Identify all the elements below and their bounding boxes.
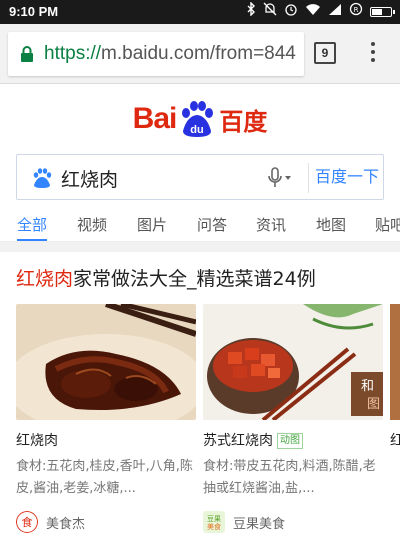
paw-icon	[33, 168, 52, 188]
svg-text:R: R	[354, 6, 359, 14]
status-bar: 9:10 PM R	[0, 0, 400, 24]
recipe-source[interactable]: 豆果 美食 豆果美食	[203, 510, 383, 534]
search-tabs: 全部 视频 图片 问答 资讯 地图 贴吧	[0, 206, 400, 242]
mute-icon	[263, 2, 277, 22]
search-box[interactable]: 红烧肉 百度一下	[16, 154, 384, 200]
alarm-icon	[284, 2, 298, 22]
chevron-down-icon	[285, 176, 291, 180]
clock: 9:10 PM	[9, 4, 59, 19]
battery-icon	[370, 7, 395, 17]
recipe-card[interactable]: 和 图 苏式红烧肉 动图 食材:带皮五花肉,料酒,陈醋,老抽或红烧酱油,盐,...…	[203, 304, 383, 534]
recipe-ingredients: 食材:带皮五花肉,料酒,陈醋,老抽或红烧酱油,盐,...	[203, 459, 376, 496]
search-button[interactable]: 百度一下	[309, 155, 385, 199]
tab-images[interactable]: 图片	[137, 214, 167, 235]
recipe-card-partial[interactable]	[390, 304, 400, 420]
wifi-icon	[305, 3, 321, 22]
recipe-card[interactable]: 红烧肉 食材:五花肉,桂皮,香叶,八角,陈皮,酱油,老姜,冰糖,... 食 美食…	[16, 304, 196, 534]
meishijie-avatar-icon: 食	[16, 511, 38, 533]
tab-tieba[interactable]: 贴吧	[375, 214, 400, 235]
recipe-ingredients: 食材:五花肉,桂皮,香叶,八角,陈皮,酱油,老姜,冰糖,...	[16, 459, 193, 496]
tab-all[interactable]: 全部	[17, 214, 47, 235]
recipe-name: 苏式红烧肉 动图	[203, 430, 383, 450]
logo-text-du: du	[191, 124, 204, 136]
svg-text:美食: 美食	[207, 522, 221, 531]
recipe-name: 红烧肉	[16, 433, 58, 449]
svg-text:豆果: 豆果	[207, 515, 221, 523]
svg-text:食: 食	[22, 515, 33, 529]
url-path: m.baidu.com/from=844	[101, 43, 296, 64]
browser-toolbar: https://m.baidu.com/from=844 9	[0, 24, 400, 84]
tab-switcher-button[interactable]: 9	[314, 42, 336, 64]
lock-icon	[21, 46, 33, 62]
gif-tag: 动图	[277, 433, 303, 449]
url-scheme: https://	[44, 43, 102, 64]
section-separator	[0, 242, 400, 252]
tab-news[interactable]: 资讯	[256, 214, 286, 235]
result-title-text: 家常做法大全_精选菜谱24例	[73, 268, 316, 290]
tab-video[interactable]: 视频	[77, 214, 107, 235]
paw-logo-icon: du	[182, 101, 214, 137]
signal-icon	[328, 3, 342, 22]
data-saver-icon: R	[349, 2, 363, 22]
baidu-logo[interactable]: Bai du 百度	[0, 96, 400, 142]
active-tab-indicator	[17, 239, 47, 241]
result-title-highlight: 红烧肉	[16, 268, 74, 290]
address-bar[interactable]: https://m.baidu.com/from=844	[8, 32, 304, 76]
image-overlay-text: 和	[361, 379, 374, 394]
url-text: https://m.baidu.com/from=844	[44, 43, 296, 65]
result-title[interactable]: 红烧肉家常做法大全_精选菜谱24例	[16, 264, 316, 291]
recipe-source[interactable]: 食 美食杰	[16, 510, 196, 534]
svg-text:图: 图	[367, 397, 380, 412]
tab-map[interactable]: 地图	[316, 214, 346, 235]
logo-text-cn: 百度	[219, 107, 268, 136]
microphone-icon[interactable]	[267, 166, 293, 190]
bluetooth-icon	[246, 1, 256, 22]
recipe-image[interactable]	[16, 304, 196, 420]
overflow-menu-icon[interactable]	[368, 42, 378, 66]
recipe-image[interactable]: 和 图	[203, 304, 383, 420]
logo-text-bai: Bai	[132, 102, 178, 135]
status-icons: R	[246, 1, 395, 22]
recipe-source-name: 美食杰	[46, 516, 86, 532]
recipe-source-name: 豆果美食	[233, 516, 286, 532]
tab-qa[interactable]: 问答	[197, 214, 227, 235]
douguo-avatar-icon: 豆果 美食	[203, 511, 225, 533]
recipe-name-partial: 红	[390, 433, 400, 449]
search-input[interactable]: 红烧肉	[61, 165, 118, 192]
